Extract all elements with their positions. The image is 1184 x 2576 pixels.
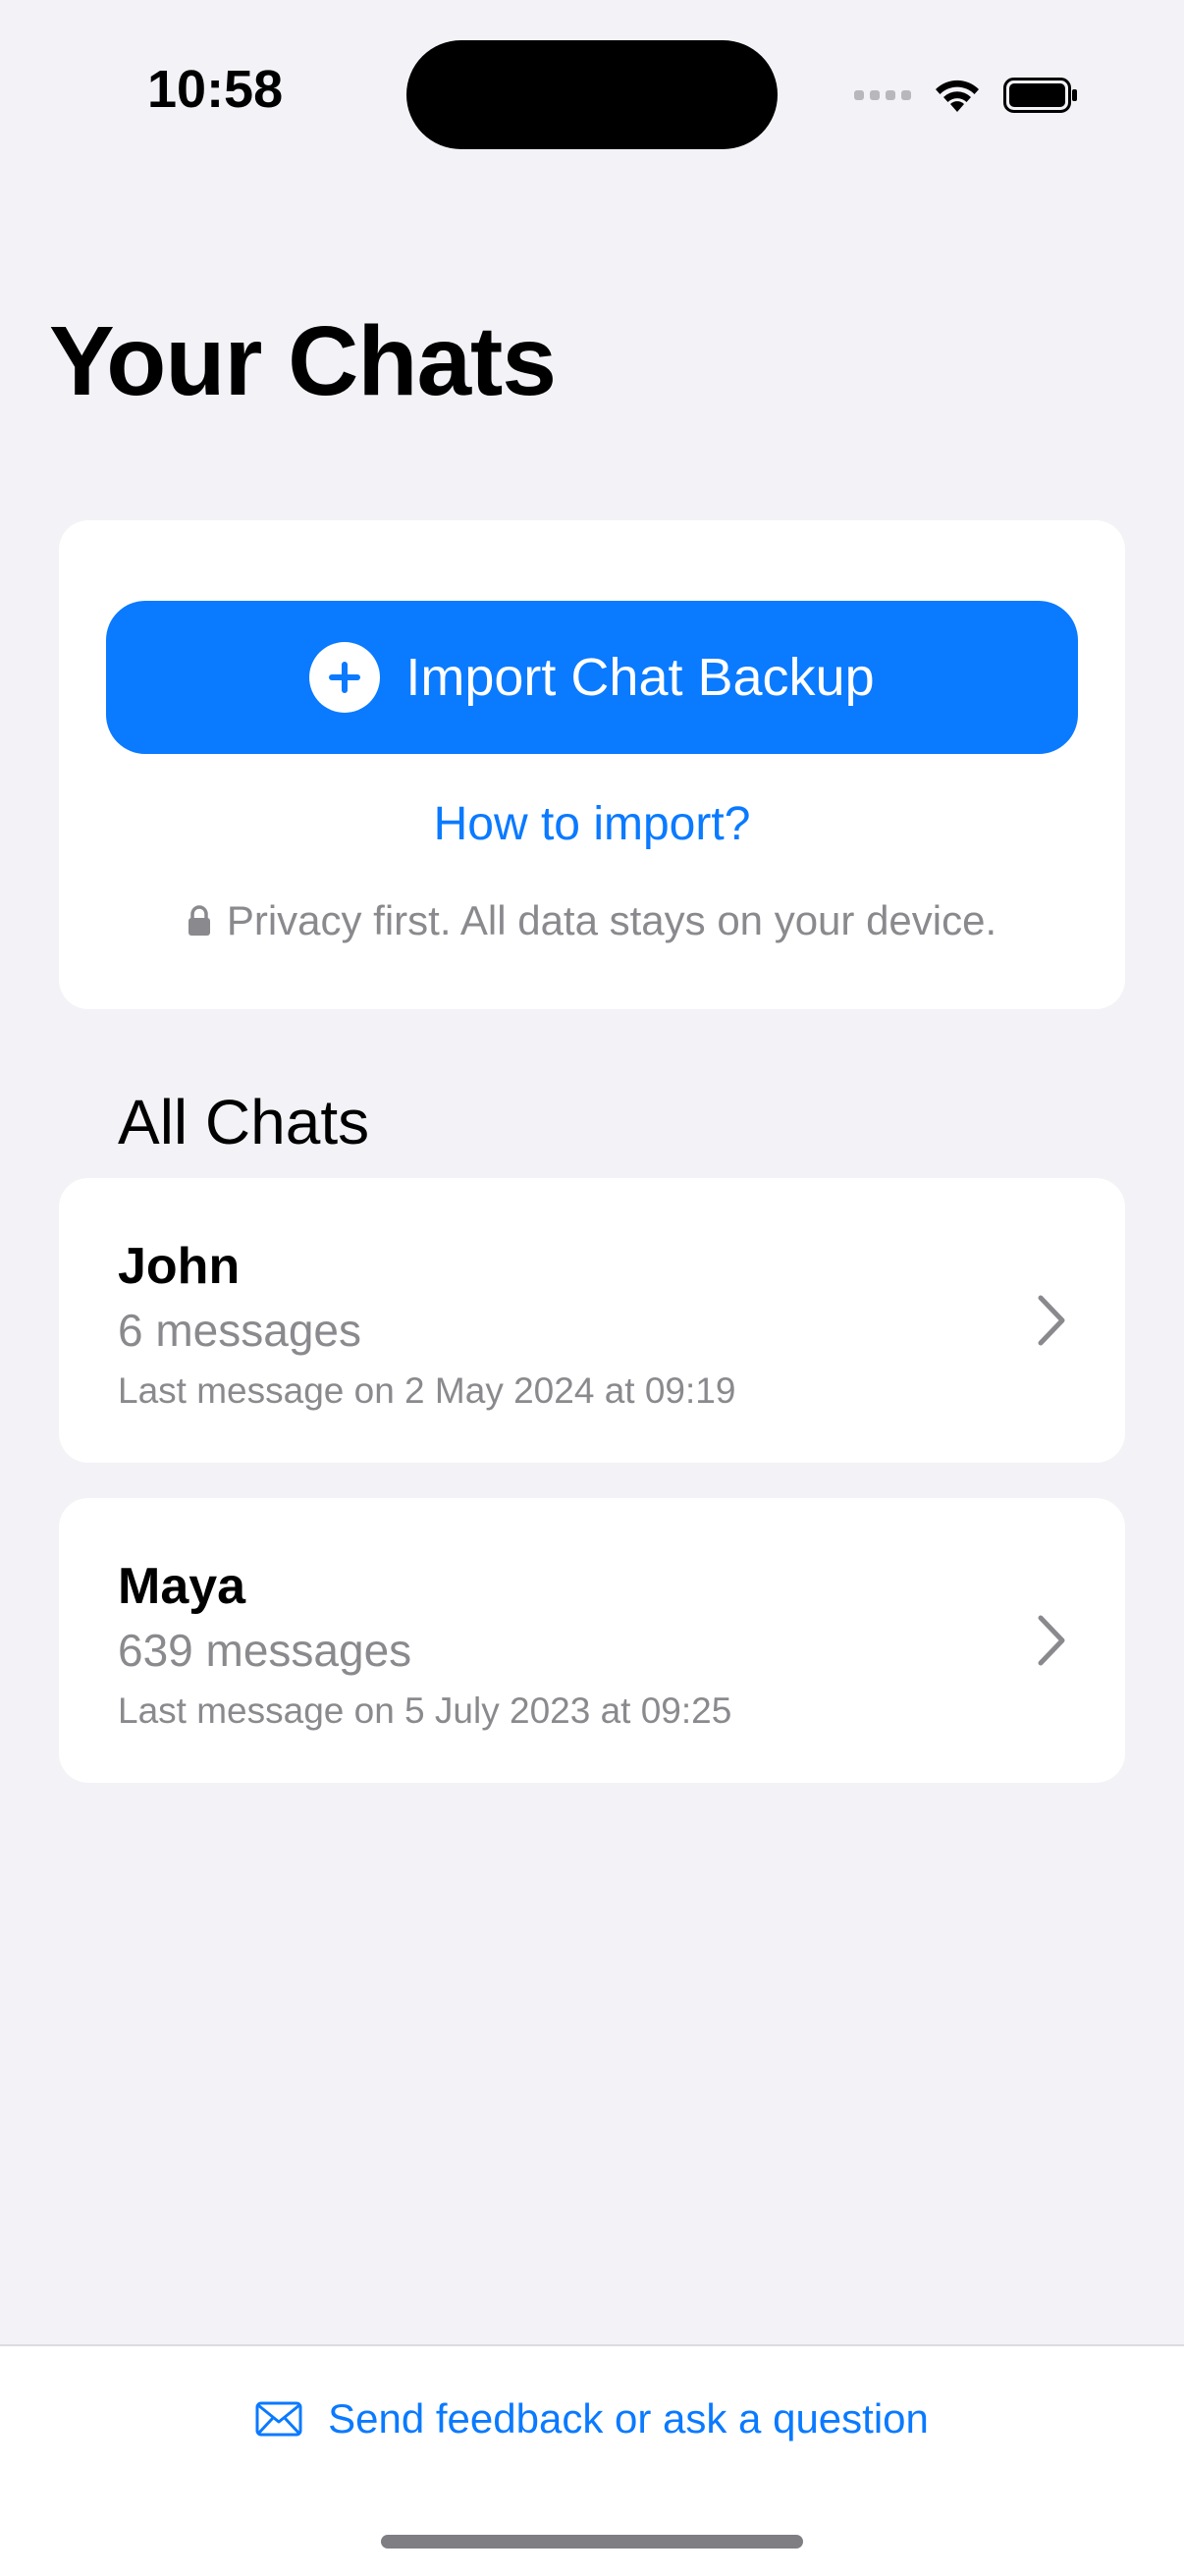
all-chats-header: All Chats [118,1087,370,1157]
chevron-right-icon [1038,1295,1065,1346]
privacy-note: Privacy first. All data stays on your de… [59,897,1125,944]
chat-message-count: 639 messages [118,1625,412,1676]
battery-icon [1003,78,1077,113]
dynamic-island [406,40,778,149]
status-icons [854,71,1078,120]
plus-circle-icon [309,642,381,713]
chat-last-message: Last message on 5 July 2023 at 09:25 [118,1690,732,1731]
chat-row-john[interactable]: John 6 messages Last message on 2 May 20… [59,1178,1125,1463]
cellular-signal-icon [854,90,911,100]
status-bar: 10:58 [0,0,1184,196]
envelope-icon [255,2401,302,2437]
wifi-icon [936,80,979,112]
chat-name: Maya [118,1558,246,1615]
import-card: Import Chat Backup How to import? Privac… [59,520,1125,1009]
send-feedback-link[interactable]: Send feedback or ask a question [0,2395,1184,2442]
chat-name: John [118,1238,241,1295]
home-indicator[interactable] [381,2535,803,2549]
privacy-text: Privacy first. All data stays on your de… [226,897,997,943]
page-title: Your Chats [49,306,557,416]
chevron-right-icon [1038,1615,1065,1666]
chat-last-message: Last message on 2 May 2024 at 09:19 [118,1370,736,1411]
chat-message-count: 6 messages [118,1305,362,1356]
status-time: 10:58 [147,60,284,119]
import-button-label: Import Chat Backup [405,648,875,707]
how-to-import-link[interactable]: How to import? [59,797,1125,851]
import-chat-backup-button[interactable]: Import Chat Backup [106,601,1078,754]
chat-row-maya[interactable]: Maya 639 messages Last message on 5 July… [59,1498,1125,1783]
feedback-label: Send feedback or ask a question [328,2395,929,2442]
lock-icon [188,905,210,936]
